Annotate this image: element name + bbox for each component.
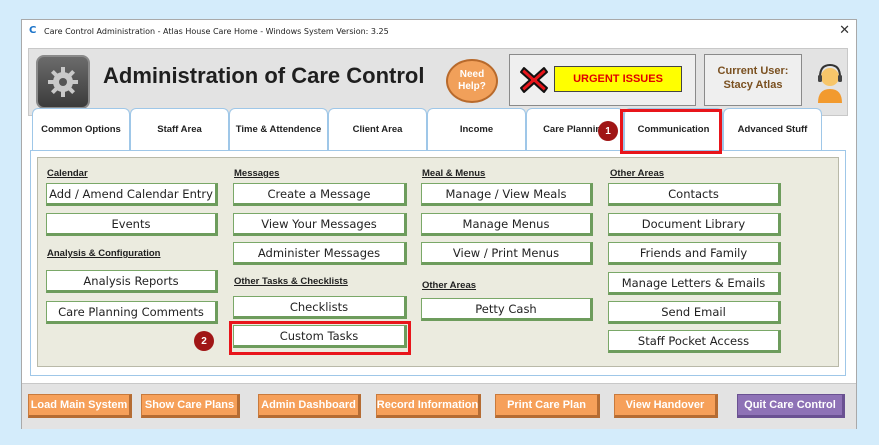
manage-letters-emails-button[interactable]: Manage Letters & Emails: [608, 272, 781, 295]
section-other-areas: Other Areas: [610, 168, 665, 179]
staff-pocket-access-button[interactable]: Staff Pocket Access: [608, 330, 781, 353]
record-information-button[interactable]: Record Information: [376, 394, 481, 418]
contacts-button[interactable]: Contacts: [608, 183, 781, 206]
tab-client-area[interactable]: Client Area: [328, 108, 427, 150]
tab-time-attendence[interactable]: Time & Attendence: [229, 108, 328, 150]
current-user-label: Current User:: [717, 65, 789, 77]
help-label-line1: Need: [459, 69, 485, 80]
app-icon: C: [29, 25, 37, 36]
section-other-tasks-checklists: Other Tasks & Checklists: [234, 276, 348, 287]
quit-care-control-button[interactable]: Quit Care Control: [737, 394, 845, 418]
load-main-system-button[interactable]: Load Main System: [28, 394, 132, 418]
urgent-issues-button[interactable]: URGENT ISSUES: [554, 66, 682, 92]
care-planning-comments-button[interactable]: Care Planning Comments: [46, 301, 218, 324]
section-meal-menus: Meal & Menus: [422, 168, 486, 179]
admin-dashboard-button[interactable]: Admin Dashboard: [258, 394, 361, 418]
help-button[interactable]: Need Help?: [446, 59, 498, 103]
communication-tab-highlight: [620, 109, 722, 154]
current-user-panel: Current User: Stacy Atlas: [704, 54, 802, 106]
current-user-name: Stacy Atlas: [723, 79, 783, 91]
header: Administration of Care Control Need Help…: [28, 48, 848, 116]
app-window: C Care Control Administration - Atlas Ho…: [21, 19, 857, 429]
communication-panel: Calendar Add / Amend Calendar Entry Even…: [37, 157, 839, 367]
urgent-issues-panel: URGENT ISSUES: [509, 54, 696, 106]
analysis-reports-button[interactable]: Analysis Reports: [46, 270, 218, 293]
section-messages: Messages: [234, 168, 280, 179]
view-print-menus-button[interactable]: View / Print Menus: [421, 242, 593, 265]
app-title: Administration of Care Control: [103, 63, 425, 88]
view-your-messages-button[interactable]: View Your Messages: [233, 213, 407, 236]
gear-logo-icon: [36, 55, 90, 109]
step-marker-2: 2: [194, 331, 214, 351]
show-care-plans-button[interactable]: Show Care Plans: [141, 394, 240, 418]
tab-common-options[interactable]: Common Options: [32, 108, 130, 150]
tab-content: Calendar Add / Amend Calendar Entry Even…: [30, 150, 846, 376]
tab-strip: Common Options Staff Area Time & Attende…: [28, 108, 848, 376]
step-marker-1: 1: [598, 121, 618, 141]
title-bar: C Care Control Administration - Atlas Ho…: [22, 20, 856, 42]
manage-menus-button[interactable]: Manage Menus: [421, 213, 593, 236]
create-message-button[interactable]: Create a Message: [233, 183, 407, 206]
tab-advanced-stuff[interactable]: Advanced Stuff: [723, 108, 822, 150]
manage-view-meals-button[interactable]: Manage / View Meals: [421, 183, 593, 206]
print-care-plan-button[interactable]: Print Care Plan: [495, 394, 600, 418]
checklists-button[interactable]: Checklists: [233, 296, 407, 319]
red-x-icon: [520, 67, 548, 93]
help-label-line2: Help?: [458, 81, 486, 92]
tab-staff-area[interactable]: Staff Area: [130, 108, 229, 150]
add-amend-calendar-entry-button[interactable]: Add / Amend Calendar Entry: [46, 183, 218, 206]
window-title: Care Control Administration - Atlas Hous…: [44, 26, 389, 36]
tab-income[interactable]: Income: [427, 108, 526, 150]
custom-tasks-highlight: [229, 321, 411, 355]
footer-toolbar: Load Main System Show Care Plans Admin D…: [22, 383, 856, 429]
view-handover-button[interactable]: View Handover: [614, 394, 718, 418]
user-headset-icon: [818, 63, 842, 103]
friends-and-family-button[interactable]: Friends and Family: [608, 242, 781, 265]
section-calendar: Calendar: [47, 168, 88, 179]
close-icon[interactable]: ✕: [839, 23, 850, 38]
section-analysis-configuration: Analysis & Configuration: [47, 248, 161, 259]
events-button[interactable]: Events: [46, 213, 218, 236]
petty-cash-button[interactable]: Petty Cash: [421, 298, 593, 321]
section-other-areas-meals: Other Areas: [422, 280, 477, 291]
send-email-button[interactable]: Send Email: [608, 301, 781, 324]
document-library-button[interactable]: Document Library: [608, 213, 781, 236]
administer-messages-button[interactable]: Administer Messages: [233, 242, 407, 265]
